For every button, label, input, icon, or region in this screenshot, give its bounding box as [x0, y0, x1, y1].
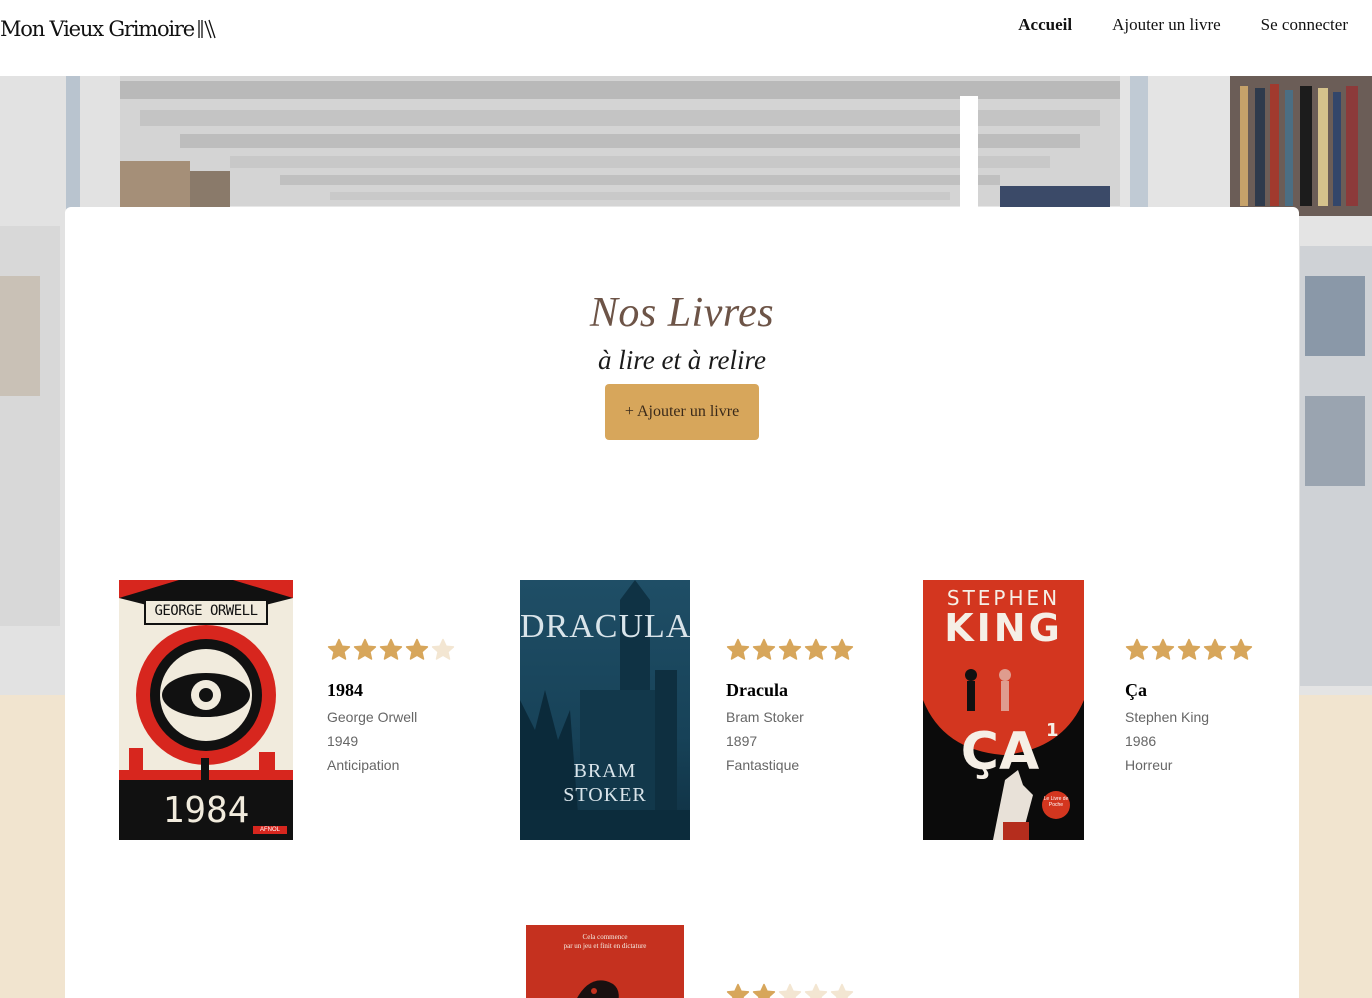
star-filled-icon — [1203, 638, 1227, 660]
book-info-ca: Ça Stephen King 1986 Horreur — [1125, 638, 1275, 773]
cover-author-last: KING — [944, 606, 1063, 650]
star-filled-icon — [778, 638, 802, 660]
book-cover-dracula[interactable]: DRACULA BRAM STOKER — [520, 580, 690, 840]
star-filled-icon — [752, 638, 776, 660]
star-filled-icon — [353, 638, 377, 660]
book-title: 1984 — [327, 680, 363, 700]
rating-stars — [1125, 638, 1275, 664]
rating-stars — [726, 638, 876, 664]
book-author: George Orwell — [327, 709, 418, 725]
star-filled-icon — [752, 983, 776, 998]
nav-login[interactable]: Se connecter — [1261, 15, 1348, 35]
book-info-4 — [726, 983, 876, 998]
book-info-1984: 1984 George Orwell 1949 Anticipation — [327, 638, 477, 773]
cover-publisher-text: AFNOL — [259, 827, 280, 833]
star-filled-icon — [405, 638, 429, 660]
cover-author-first: BRAM — [573, 760, 637, 782]
rating-stars — [726, 983, 876, 998]
book-title: Ça — [1125, 680, 1147, 700]
top-header: Mon Vieux Grimoire Accueil Ajouter un li… — [0, 0, 1372, 76]
star-filled-icon — [1125, 638, 1149, 660]
star-empty-icon — [431, 638, 455, 660]
star-empty-icon — [804, 983, 828, 998]
star-filled-icon — [726, 983, 750, 998]
page-title: Nos Livres — [589, 290, 775, 336]
books-logo-icon — [198, 19, 216, 39]
book-cover-ca[interactable]: STEPHEN KING ÇA 1 Le Livre de Poche — [923, 580, 1084, 840]
logo-text: Mon Vieux Grimoire — [0, 17, 195, 41]
cover-title-text: 1984 — [162, 790, 250, 831]
book-title: Dracula — [726, 680, 788, 700]
book-genre: Anticipation — [327, 757, 400, 773]
star-filled-icon — [1151, 638, 1175, 660]
book-cover-4[interactable]: Cela commence par un jeu et finit en dic… — [526, 925, 684, 998]
nav-home[interactable]: Accueil — [1018, 15, 1072, 35]
cover-author-last: STOKER — [563, 784, 647, 806]
books-section: Nos Livres à lire et à relire + Ajouter … — [65, 207, 1299, 998]
cover-author-text: GEORGE ORWELL — [154, 603, 258, 619]
book-genre: Fantastique — [726, 757, 800, 773]
nav-add-book[interactable]: Ajouter un livre — [1112, 15, 1221, 35]
star-filled-icon — [726, 638, 750, 660]
book-year: 1897 — [726, 733, 758, 749]
rating-stars — [327, 638, 477, 664]
book-year: 1986 — [1125, 733, 1157, 749]
star-empty-icon — [778, 983, 802, 998]
cover-title-text: DRACULA — [520, 608, 690, 645]
cover-publisher-text: Le Livre de Poche — [1043, 796, 1069, 808]
logo[interactable]: Mon Vieux Grimoire — [0, 17, 216, 41]
book-author: Bram Stoker — [726, 709, 804, 725]
page-subtitle: à lire et à relire — [598, 345, 766, 375]
main-nav: Accueil Ajouter un livre Se connecter — [1018, 15, 1348, 35]
add-book-button[interactable]: + Ajouter un livre — [605, 384, 759, 440]
star-empty-icon — [830, 983, 854, 998]
star-filled-icon — [1229, 638, 1253, 660]
star-filled-icon — [327, 638, 351, 660]
star-filled-icon — [1177, 638, 1201, 660]
book-year: 1949 — [327, 733, 359, 749]
star-filled-icon — [804, 638, 828, 660]
book-author: Stephen King — [1125, 709, 1210, 725]
star-filled-icon — [379, 638, 403, 660]
book-genre: Horreur — [1125, 757, 1173, 773]
book-info-dracula: Dracula Bram Stoker 1897 Fantastique — [726, 638, 876, 773]
cover-volume-text: 1 — [1046, 720, 1059, 741]
book-cover-1984[interactable]: GEORGE ORWELL 1984 AFNOL — [119, 580, 293, 840]
star-filled-icon — [830, 638, 854, 660]
